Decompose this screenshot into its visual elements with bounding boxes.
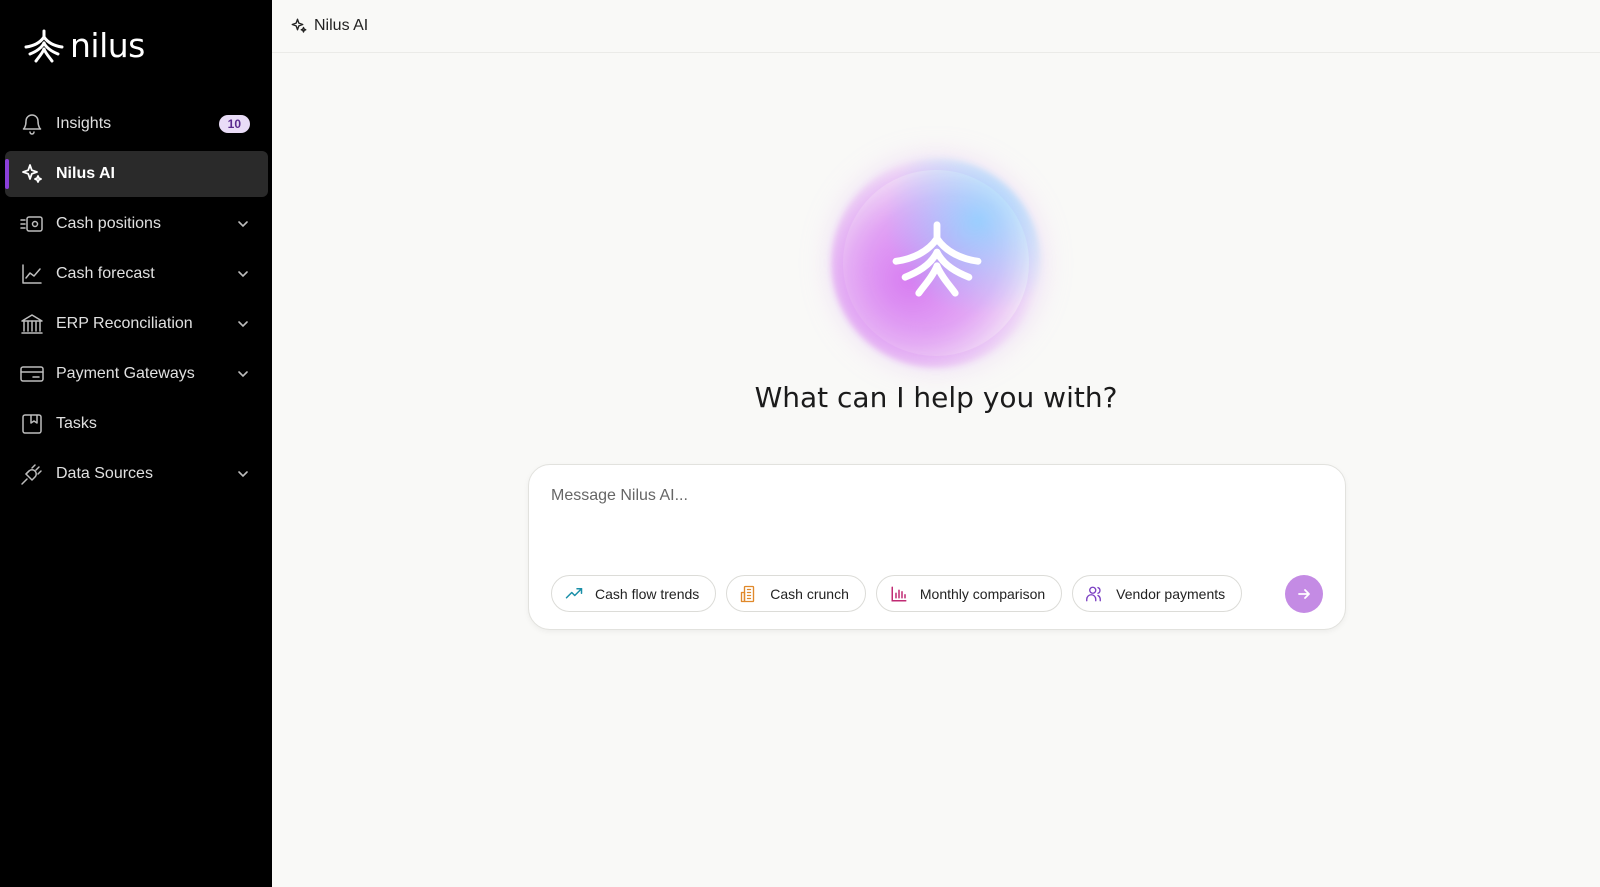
chevron-down-icon[interactable]: [236, 467, 250, 481]
bank-icon: [20, 312, 44, 336]
cash-positions-icon: [20, 212, 44, 236]
suggestion-label: Monthly comparison: [919, 585, 1046, 602]
suggestion-label: Cash flow trends: [595, 585, 700, 602]
sidebar-item-cash-positions[interactable]: Cash positions: [5, 201, 268, 247]
sparkles-icon: [20, 162, 44, 186]
send-button[interactable]: [1285, 575, 1323, 613]
sidebar-item-data-sources[interactable]: Data Sources: [5, 451, 268, 497]
chevron-down-icon[interactable]: [236, 217, 250, 231]
sidebar: nilus Insights 10 Nilus AI Cash position…: [0, 0, 272, 887]
suggestion-chips: Cash flow trends Cash crunch Monthly com…: [551, 575, 1243, 612]
sidebar-item-cash-forecast[interactable]: Cash forecast: [5, 251, 268, 297]
sidebar-item-label: Data Sources: [56, 465, 153, 482]
insights-count-badge: 10: [218, 115, 250, 133]
sidebar-item-label: Insights: [56, 115, 112, 132]
arrow-right-icon: [1298, 589, 1310, 599]
users-icon: [1086, 586, 1102, 601]
nilus-logo-icon: [892, 221, 982, 297]
sidebar-item-erp-reconciliation[interactable]: ERP Reconciliation: [5, 301, 268, 347]
sidebar-item-label: Tasks: [56, 415, 97, 432]
chevron-down-icon[interactable]: [236, 367, 250, 381]
chevron-down-icon[interactable]: [236, 317, 250, 331]
welcome-headline: What can I help you with?: [754, 381, 1118, 414]
sidebar-nav: Insights 10 Nilus AI Cash positions Cash…: [5, 101, 268, 501]
sidebar-item-label: Cash positions: [56, 215, 161, 232]
plug-icon: [20, 462, 44, 486]
brand-name: nilus: [70, 26, 145, 65]
chevron-down-icon[interactable]: [236, 267, 250, 281]
ai-orb: [823, 150, 1049, 376]
message-composer: Cash flow trends Cash crunch Monthly com…: [528, 464, 1346, 630]
logo[interactable]: nilus: [24, 26, 145, 65]
bell-icon: [20, 112, 44, 136]
sparkles-icon: [291, 18, 307, 33]
page-header: Nilus AI: [272, 0, 1600, 53]
book-icon: [20, 412, 44, 436]
suggestion-label: Vendor payments: [1116, 585, 1226, 602]
suggestion-cash-crunch[interactable]: Cash crunch: [726, 575, 866, 612]
suggestion-cash-flow-trends[interactable]: Cash flow trends: [551, 575, 717, 612]
page-title: Nilus AI: [314, 17, 369, 34]
nilus-logo-icon: [24, 29, 64, 62]
suggestion-label: Cash crunch: [770, 585, 849, 602]
message-input[interactable]: [551, 487, 1321, 547]
sidebar-item-label: ERP Reconciliation: [56, 315, 193, 332]
trending-up-icon: [565, 587, 583, 598]
sidebar-item-label: Cash forecast: [56, 265, 155, 282]
bar-chart-icon: [891, 586, 907, 601]
building-icon: [741, 585, 755, 602]
sidebar-item-nilus-ai[interactable]: Nilus AI: [5, 151, 268, 197]
sidebar-item-insights[interactable]: Insights 10: [5, 101, 268, 147]
line-chart-icon: [20, 262, 44, 286]
suggestion-vendor-payments[interactable]: Vendor payments: [1072, 575, 1243, 612]
suggestion-monthly-comparison[interactable]: Monthly comparison: [875, 575, 1063, 612]
sidebar-item-label: Nilus AI: [56, 165, 115, 182]
